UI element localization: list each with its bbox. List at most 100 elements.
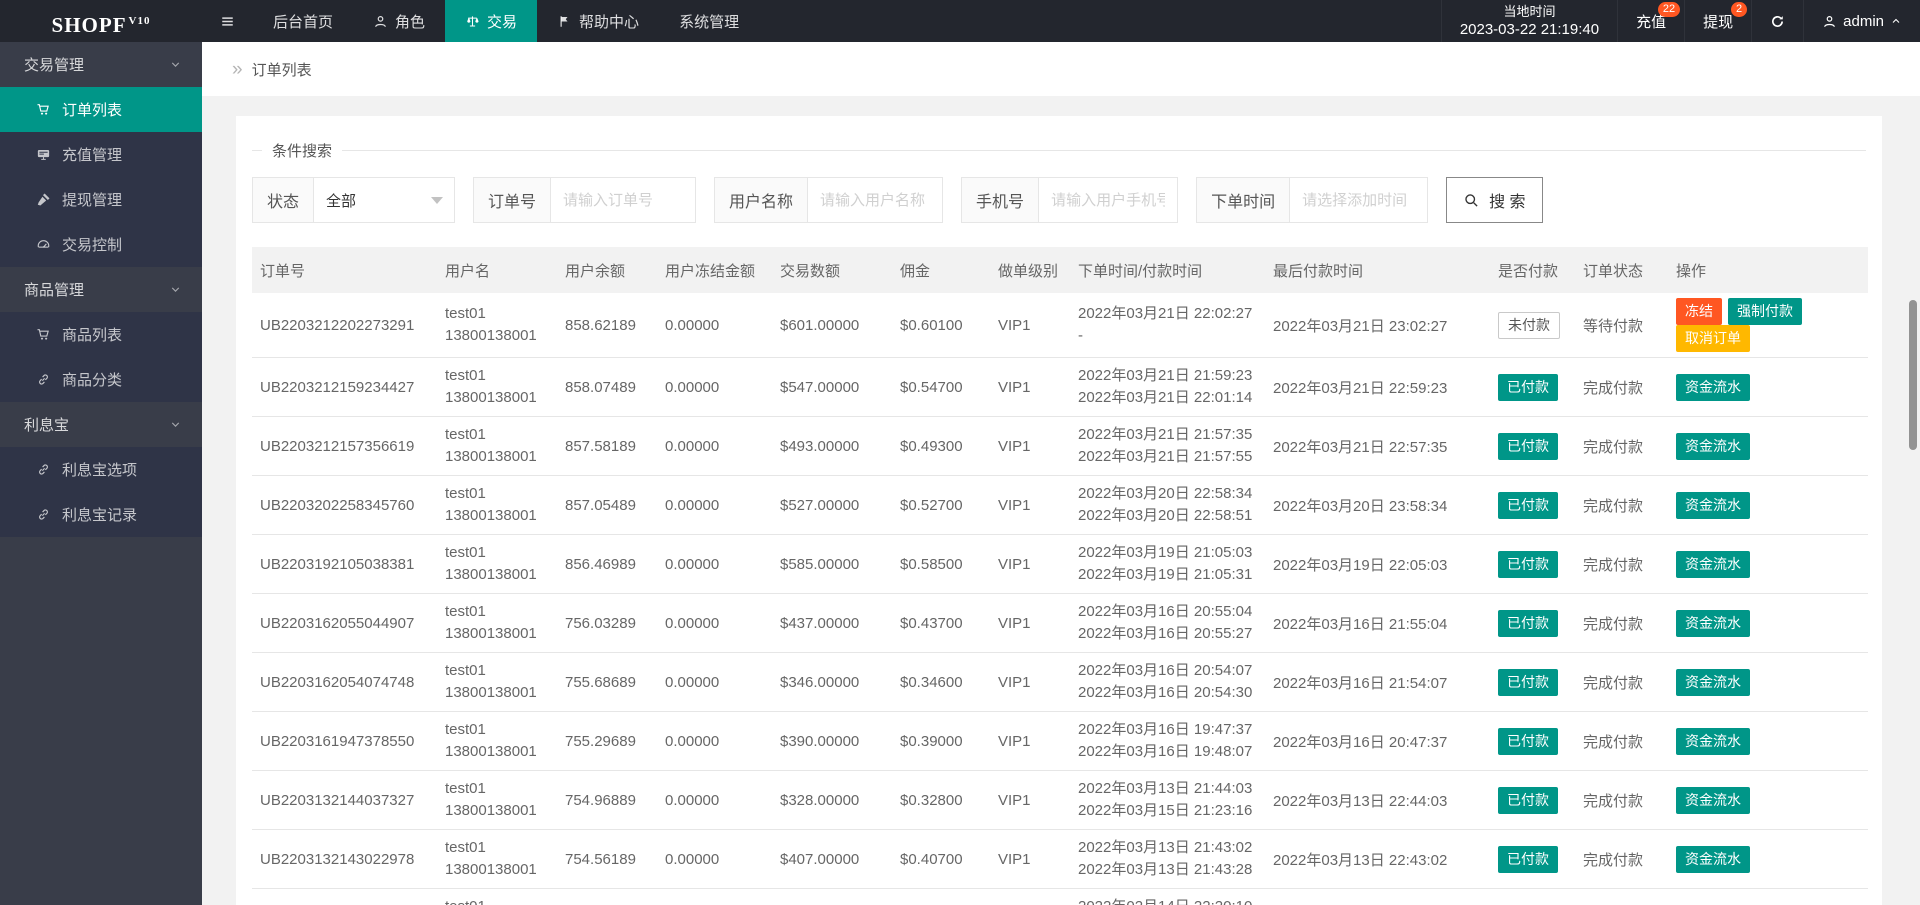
cell-amount: $328.00000	[772, 770, 892, 830]
paid-badge[interactable]: 已付款	[1498, 845, 1558, 873]
paid-badge[interactable]: 已付款	[1498, 550, 1558, 578]
nav-item-toggle[interactable]	[202, 0, 253, 42]
nav-item-system[interactable]: 系统管理	[659, 0, 759, 42]
cell-amount: $527.00000	[772, 475, 892, 535]
paid-badge[interactable]: 已付款	[1498, 491, 1558, 519]
cell-commission: $0.58500	[892, 534, 990, 594]
action-button-资金流水[interactable]: 资金流水	[1676, 668, 1750, 696]
cart-icon	[36, 102, 51, 117]
chevron-up-icon	[1890, 15, 1902, 27]
cell-status: 完成付款	[1575, 888, 1668, 905]
sidebar-item-recharge-mgmt[interactable]: 充值管理	[0, 132, 202, 177]
action-button-强制付款[interactable]: 强制付款	[1728, 298, 1802, 325]
scrollbar-thumb[interactable]	[1909, 300, 1917, 450]
cell-order-time: 2022年03月21日 22:02:27	[1078, 305, 1253, 322]
input-phone[interactable]	[1039, 191, 1178, 209]
sidebar-item-order-list[interactable]: 订单列表	[0, 87, 202, 132]
cell-order_no: UB2202142220101140	[252, 888, 437, 905]
sidebar-item-lixibao-records[interactable]: 利息宝记录	[0, 492, 202, 537]
cell-status: 完成付款	[1575, 593, 1668, 653]
cell-frozen: 0.00000	[657, 711, 772, 771]
select-status[interactable]: 全部	[313, 177, 456, 223]
paid-badge[interactable]: 已付款	[1498, 432, 1558, 460]
cell-phone: 13800138001	[445, 743, 537, 760]
table-row: UB2203192105038381 test01 13800138001 856.4…	[252, 534, 1868, 594]
sidebar-item-lixibao-options[interactable]: 利息宝选项	[0, 447, 202, 492]
action-button-资金流水[interactable]: 资金流水	[1676, 845, 1750, 873]
nav-item-home[interactable]: 后台首页	[253, 0, 353, 42]
sidebar-item-label: 商品列表	[62, 327, 123, 344]
cell-commission: $0.48500	[892, 888, 990, 905]
paid-badge[interactable]: 已付款	[1498, 727, 1558, 755]
scrollbar[interactable]	[1908, 0, 1918, 905]
cell-order-time: 2022年03月20日 22:58:34	[1078, 485, 1253, 502]
cell-pay-time: 2022年03月21日 22:01:14	[1078, 389, 1253, 406]
cell-username: test01	[445, 603, 486, 620]
cell-amount: $485.00000	[772, 888, 892, 905]
scales-icon	[465, 14, 480, 29]
field-label-order-no: 订单号	[473, 177, 552, 223]
sidebar-group-trade-mgmt[interactable]: 交易管理	[0, 42, 202, 87]
sidebar-item-goods-list[interactable]: 商品列表	[0, 312, 202, 357]
action-button-冻结[interactable]: 冻结	[1676, 298, 1722, 325]
sidebar-group-goods-mgmt[interactable]: 商品管理	[0, 267, 202, 312]
cell-status: 完成付款	[1575, 534, 1668, 594]
sidebar-item-goods-category[interactable]: 商品分类	[0, 357, 202, 402]
input-order-time[interactable]	[1290, 191, 1428, 209]
refresh-icon	[1770, 14, 1785, 29]
cell-commission: $0.32800	[892, 770, 990, 830]
hamburger-icon	[220, 14, 235, 29]
cell-user: test0113800138001	[437, 534, 557, 594]
paid-badge[interactable]: 已付款	[1498, 786, 1558, 814]
cell-last_pay_time: 2022年03月21日 23:02:27	[1265, 293, 1490, 358]
input-user-name[interactable]	[808, 191, 943, 209]
action-button-资金流水[interactable]: 资金流水	[1676, 609, 1750, 637]
cell-user: test0113800138001	[437, 888, 557, 905]
action-button-取消订单[interactable]: 取消订单	[1676, 325, 1750, 352]
link-icon	[36, 507, 51, 522]
cell-user: test0113800138001	[437, 416, 557, 476]
user-menu[interactable]: admin	[1803, 0, 1920, 42]
cell-actions: 资金流水	[1668, 770, 1868, 830]
action-button-资金流水[interactable]: 资金流水	[1676, 786, 1750, 814]
cell-status: 完成付款	[1575, 652, 1668, 712]
action-button-资金流水[interactable]: 资金流水	[1676, 727, 1750, 755]
nav-item-trade[interactable]: 交易	[445, 0, 538, 42]
action-button-资金流水[interactable]: 资金流水	[1676, 432, 1750, 460]
search-button-label: 搜 索	[1489, 194, 1526, 211]
input-order-no[interactable]	[551, 191, 696, 209]
paid-badge[interactable]: 未付款	[1498, 311, 1560, 339]
cell-commission: $0.40700	[892, 829, 990, 889]
cell-actions: 资金流水	[1668, 652, 1868, 712]
refresh-button[interactable]	[1751, 0, 1803, 42]
paid-badge[interactable]: 已付款	[1498, 609, 1558, 637]
sidebar-menu: 交易管理 订单列表 充值管理 提现管理 交易控制 商品管理商品列表商品分类 利息宝 利息宝选项…	[0, 42, 202, 537]
action-button-资金流水[interactable]: 资金流水	[1676, 491, 1750, 519]
sidebar-group-lixibao[interactable]: 利息宝	[0, 402, 202, 447]
cell-order_no: UB2203132143022978	[252, 829, 437, 889]
cell-last_pay_time: 2022年02月14日 23:20:10	[1265, 888, 1490, 905]
paid-badge[interactable]: 已付款	[1498, 668, 1558, 696]
action-button-资金流水[interactable]: 资金流水	[1676, 373, 1750, 401]
nav-item-role[interactable]: 角色	[353, 0, 445, 42]
cell-frozen: 0.00000	[657, 652, 772, 712]
sidebar-item-withdraw-mgmt[interactable]: 提现管理	[0, 177, 202, 222]
table-row: UB2203212159234427 test01 13800138001 858.0…	[252, 357, 1868, 417]
field-phone: 手机号	[961, 177, 1179, 223]
cell-commission: $0.54700	[892, 357, 990, 417]
recharge-shortcut[interactable]: 充值 22	[1617, 0, 1684, 42]
nav-item-help[interactable]: 帮助中心	[537, 0, 659, 42]
field-user-name: 用户名称	[714, 177, 944, 223]
cell-order_time: 2022年03月20日 22:58:34 2022年03月20日 22:58:51	[1070, 475, 1265, 535]
cell-amount: $407.00000	[772, 829, 892, 889]
column-header-order_no: 订单号	[252, 247, 437, 293]
orders-table: 订单号 用户名 用户余额 用户冻结金额 交易数额 佣金 做单级别 下单时间/付款时间 最后付款时…	[252, 247, 1868, 905]
cell-frozen: 0.00000	[657, 293, 772, 358]
sidebar-item-trade-control[interactable]: 交易控制	[0, 222, 202, 267]
paid-badge[interactable]: 已付款	[1498, 373, 1558, 401]
column-header-actions: 操作	[1668, 247, 1868, 293]
withdraw-shortcut[interactable]: 提现 2	[1684, 0, 1751, 42]
search-button[interactable]: 搜 索	[1446, 177, 1543, 223]
link-icon	[36, 462, 51, 477]
action-button-资金流水[interactable]: 资金流水	[1676, 550, 1750, 578]
